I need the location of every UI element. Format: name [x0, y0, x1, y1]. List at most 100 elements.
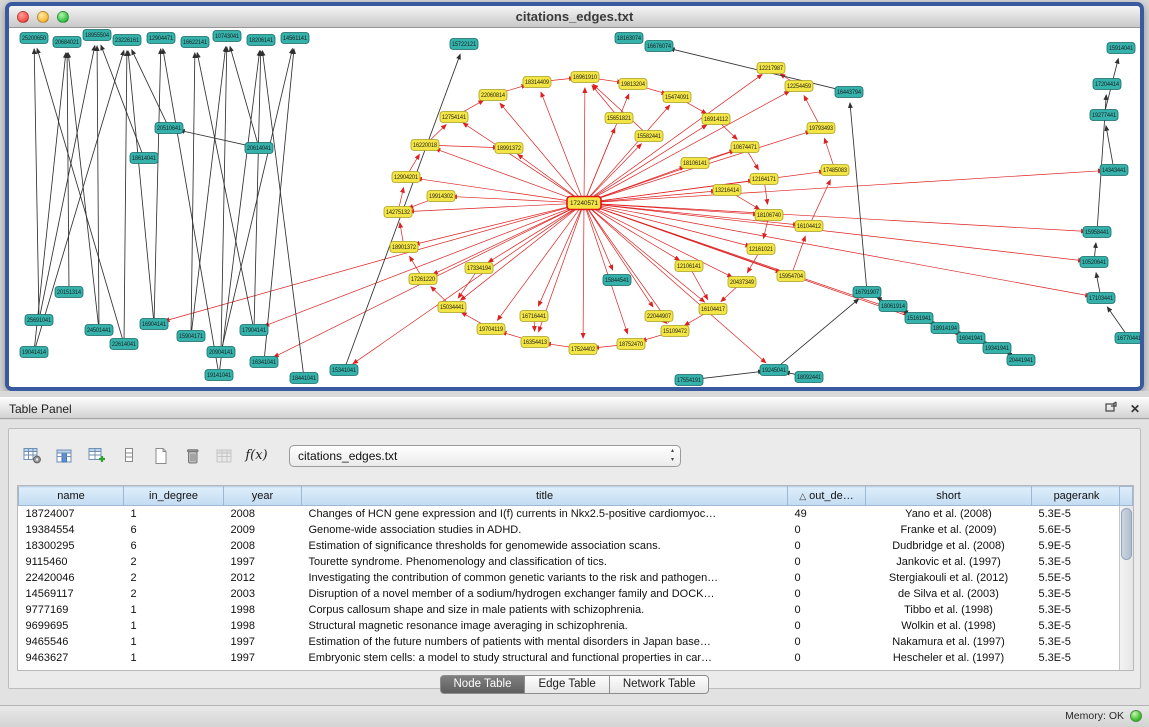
graph-node[interactable]: 12754141 — [440, 112, 468, 123]
cell[interactable]: Investigating the contribution of common… — [302, 570, 788, 586]
table-row[interactable]: 2242004622012Investigating the contribut… — [19, 570, 1122, 586]
graph-node[interactable]: 16220018 — [411, 140, 439, 151]
cell[interactable]: 0 — [788, 554, 866, 570]
cell[interactable]: Hescheler et al. (1997) — [866, 650, 1032, 666]
cell[interactable]: 14569117 — [19, 586, 124, 602]
graph-node[interactable]: 18061914 — [879, 301, 907, 312]
graph-node[interactable]: 18163074 — [615, 33, 643, 44]
graph-node[interactable]: 12106141 — [675, 261, 703, 272]
cell[interactable]: 9699695 — [19, 618, 124, 634]
cell[interactable]: Embryonic stem cells: a model to study s… — [302, 650, 788, 666]
cell[interactable]: 5.3E-5 — [1032, 554, 1122, 570]
zoom-window-button[interactable] — [57, 11, 69, 23]
graph-node[interactable]: 16622141 — [181, 37, 209, 48]
graph-node[interactable]: 16354413 — [521, 337, 549, 348]
cell[interactable]: 5.3E-5 — [1032, 602, 1122, 618]
import-table-icon[interactable] — [211, 443, 238, 468]
graph-node[interactable]: 10743041 — [213, 31, 241, 42]
table-vertical-scrollbar[interactable] — [1119, 506, 1133, 670]
column-header-name[interactable]: name — [19, 487, 124, 506]
cell[interactable]: 18300295 — [19, 538, 124, 554]
cell[interactable]: 5.3E-5 — [1032, 586, 1122, 602]
cell[interactable]: 5.5E-5 — [1032, 570, 1122, 586]
cell[interactable]: Jankovic et al. (1997) — [866, 554, 1032, 570]
network-view[interactable]: 1810674012161021204373491610441715109472… — [9, 28, 1140, 386]
table-mode-icon[interactable] — [19, 443, 46, 468]
graph-node[interactable]: 17485083 — [821, 165, 849, 176]
graph-node[interactable]: 18752470 — [617, 339, 645, 350]
cell[interactable]: 1 — [124, 506, 224, 522]
cell[interactable]: 5.3E-5 — [1032, 634, 1122, 650]
cell[interactable]: 18724007 — [19, 506, 124, 522]
cell[interactable]: Estimation of significance thresholds fo… — [302, 538, 788, 554]
graph-node[interactable]: 24501441 — [85, 325, 113, 336]
graph-node[interactable]: 13216414 — [713, 185, 741, 196]
graph-node[interactable]: 16904141 — [140, 319, 168, 330]
column-header-title[interactable]: title — [302, 487, 788, 506]
graph-node[interactable]: 18441041 — [290, 373, 318, 384]
table-row[interactable]: 1456911722003Disruption of a novel membe… — [19, 586, 1122, 602]
graph-node[interactable]: 14561141 — [281, 33, 309, 44]
cell[interactable]: de Silva et al. (2003) — [866, 586, 1032, 602]
graph-node[interactable]: 15958441 — [1083, 227, 1111, 238]
graph-node[interactable]: 18991372 — [495, 143, 523, 154]
graph-node[interactable]: 12217987 — [757, 63, 785, 74]
graph-node[interactable]: 19041414 — [20, 347, 48, 358]
graph-node[interactable]: 20614041 — [245, 143, 273, 154]
table-row[interactable]: 946554611997Estimation of the future num… — [19, 634, 1122, 650]
cell[interactable]: Dudbridge et al. (2008) — [866, 538, 1032, 554]
cell[interactable]: 9463627 — [19, 650, 124, 666]
graph-node[interactable]: 23226161 — [113, 35, 141, 46]
cell[interactable]: 1997 — [224, 650, 302, 666]
close-panel-icon[interactable]: ✕ — [1130, 402, 1140, 416]
cell[interactable]: Structural magnetic resonance image aver… — [302, 618, 788, 634]
scrollbar-thumb[interactable] — [1121, 508, 1132, 560]
cell[interactable]: Wolkin et al. (1998) — [866, 618, 1032, 634]
graph-node[interactable]: 15582441 — [635, 131, 663, 142]
graph-node[interactable]: 19704119 — [477, 324, 505, 335]
delete-table-icon[interactable] — [179, 443, 206, 468]
cell[interactable]: 0 — [788, 650, 866, 666]
graph-node[interactable]: 20437349 — [728, 277, 756, 288]
graph-node[interactable]: 19341941 — [983, 343, 1011, 354]
cell[interactable]: 0 — [788, 618, 866, 634]
graph-node[interactable]: 10520641 — [1080, 257, 1108, 268]
graph-node[interactable]: 18314409 — [523, 77, 551, 88]
graph-node[interactable]: 16104412 — [795, 221, 823, 232]
graph-node[interactable]: 20151314 — [55, 287, 83, 298]
graph-node[interactable]: 15109472 — [661, 326, 689, 337]
cell[interactable]: Estimation of the future numbers of pati… — [302, 634, 788, 650]
cell[interactable]: 22420046 — [19, 570, 124, 586]
cell[interactable]: 5.9E-5 — [1032, 538, 1122, 554]
create-column-icon[interactable] — [83, 443, 110, 468]
cell[interactable]: 2 — [124, 586, 224, 602]
cell[interactable]: 0 — [788, 586, 866, 602]
graph-node[interactable]: 19813204 — [619, 79, 647, 90]
graph-node[interactable]: 14343441 — [1100, 165, 1128, 176]
graph-node[interactable]: 25200650 — [20, 33, 48, 44]
cell[interactable]: Genome-wide association studies in ADHD. — [302, 522, 788, 538]
cell[interactable]: 2012 — [224, 570, 302, 586]
network-canvas[interactable]: 1810674012161021204373491610441715109472… — [9, 28, 1140, 386]
cell[interactable]: 0 — [788, 522, 866, 538]
graph-node[interactable]: 19245041 — [760, 365, 788, 376]
cell[interactable]: 0 — [788, 538, 866, 554]
graph-node[interactable]: 16443794 — [835, 87, 863, 98]
graph-node[interactable]: 22614041 — [110, 339, 138, 350]
tab-edge-table[interactable]: Edge Table — [525, 675, 609, 694]
column-header-short[interactable]: short — [866, 487, 1032, 506]
graph-node[interactable]: 22044907 — [645, 311, 673, 322]
graph-node[interactable]: 17103441 — [1087, 293, 1115, 304]
cell[interactable]: 1997 — [224, 634, 302, 650]
cell[interactable]: Stergiakouli et al. (2012) — [866, 570, 1032, 586]
graph-node[interactable]: 19914302 — [427, 191, 455, 202]
cell[interactable]: 2008 — [224, 506, 302, 522]
cell[interactable]: 5.3E-5 — [1032, 506, 1122, 522]
graph-node[interactable]: 17204414 — [1093, 79, 1121, 90]
cell[interactable]: Tourette syndrome. Phenomenology and cla… — [302, 554, 788, 570]
column-header-in_degree[interactable]: in_degree — [124, 487, 224, 506]
memory-ok-icon[interactable] — [1130, 710, 1142, 722]
graph-node[interactable]: 20441941 — [1007, 355, 1035, 366]
graph-node[interactable]: 17554191 — [675, 375, 703, 386]
cell[interactable]: 19384554 — [19, 522, 124, 538]
